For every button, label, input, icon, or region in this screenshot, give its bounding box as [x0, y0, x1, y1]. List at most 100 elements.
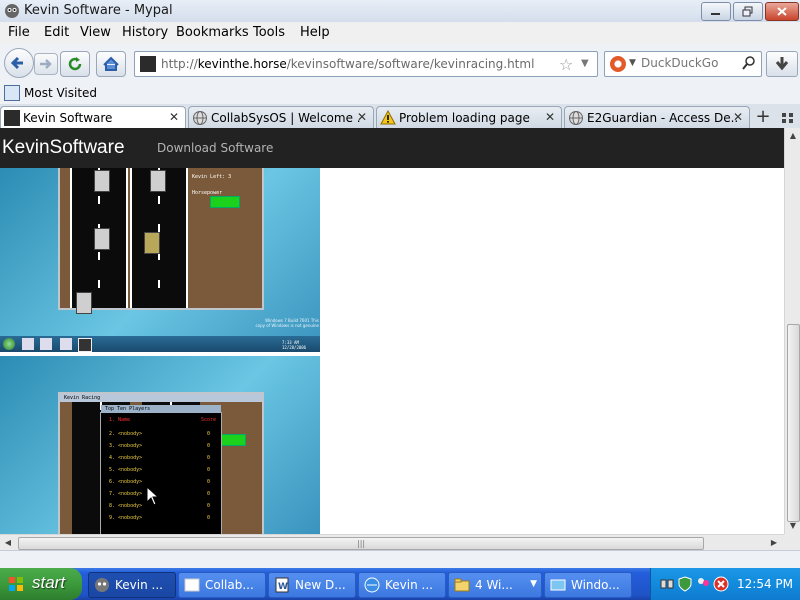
- scroll-down-icon[interactable]: ▼: [785, 518, 800, 534]
- menu-tools[interactable]: Tools: [253, 25, 285, 40]
- downloads-button[interactable]: [766, 51, 798, 77]
- menu-view[interactable]: View: [80, 25, 111, 40]
- new-tab-button[interactable]: +: [752, 108, 774, 128]
- vertical-scroll-thumb[interactable]: [787, 324, 800, 522]
- start-button[interactable]: start: [0, 568, 82, 600]
- most-visited-bookmark[interactable]: Most Visited: [24, 86, 97, 100]
- minimize-button[interactable]: [701, 2, 731, 21]
- globe-icon: [364, 577, 380, 593]
- error-icon[interactable]: [713, 576, 729, 592]
- address-bar[interactable]: http://kevinthe.horse/kevinsoftware/soft…: [134, 51, 598, 77]
- bookmark-star-icon[interactable]: ☆: [559, 55, 573, 74]
- duckduckgo-engine-icon[interactable]: [610, 56, 626, 72]
- tab-label: CollabSysOS | Welcome ...: [211, 111, 361, 125]
- tab-problem-loading[interactable]: Problem loading page ✕: [376, 106, 562, 129]
- back-button[interactable]: [4, 48, 34, 78]
- tab-close-icon[interactable]: ✕: [357, 110, 367, 124]
- mouse-cursor-icon: [146, 486, 160, 506]
- os-taskbar: start Kevin ... Collab... W New D... Kev…: [0, 568, 800, 600]
- score-value: 0: [207, 431, 211, 437]
- menu-help[interactable]: Help: [300, 25, 330, 40]
- score-row: 8. <nobody>: [109, 503, 143, 509]
- taskbar-item-kevin-ie[interactable]: Kevin ...: [358, 572, 446, 598]
- car: [94, 170, 110, 192]
- url-scheme: http://: [161, 57, 198, 71]
- bookmarks-toolbar: Most Visited: [0, 82, 800, 104]
- forward-arrow-icon: [40, 59, 52, 69]
- security-shield-icon[interactable]: [677, 576, 693, 592]
- scroll-up-icon[interactable]: ▲: [785, 128, 800, 144]
- menu-bar: File Edit View History Bookmarks Tools H…: [0, 22, 800, 44]
- url-path: /kevinsoftware/software/kevinracing.html: [286, 57, 535, 71]
- home-button[interactable]: [96, 51, 126, 77]
- window-titlebar[interactable]: Kevin Software - Mypal: [0, 0, 800, 23]
- menu-bookmarks[interactable]: Bookmarks: [176, 25, 249, 40]
- windows-flag-icon: [9, 577, 23, 591]
- tab-kevin-software[interactable]: Kevin Software ✕: [0, 106, 186, 130]
- address-url[interactable]: http://kevinthe.horse/kevinsoftware/soft…: [161, 57, 534, 71]
- tab-e2guardian[interactable]: E2Guardian - Access De... ✕: [564, 106, 750, 129]
- car: [94, 228, 110, 250]
- mypal-icon: [95, 578, 109, 592]
- windows-update-icon: [550, 579, 566, 591]
- url-history-dropdown-icon[interactable]: ▼: [581, 58, 589, 69]
- game-window-title: Kevin Racing: [64, 395, 101, 401]
- game-taskbar-icon: [78, 338, 92, 352]
- engine-dropdown-icon[interactable]: ▼: [629, 58, 636, 68]
- search-bar[interactable]: ▼: [604, 51, 762, 77]
- tab-close-icon[interactable]: ✕: [545, 110, 555, 124]
- kevin-favicon-icon: [4, 110, 20, 126]
- window-title: Kevin Software - Mypal: [24, 3, 173, 18]
- game-window: Kevin Racing Top Ten Players 1. Name Sco…: [58, 392, 264, 534]
- menu-file[interactable]: File: [8, 25, 30, 40]
- download-software-link[interactable]: Download Software: [157, 141, 273, 155]
- score-header-name: 1. Name: [109, 417, 131, 423]
- taskbar-item-windows[interactable]: Windo...: [544, 572, 632, 598]
- reload-button[interactable]: [60, 51, 90, 77]
- folder-icon: [40, 338, 52, 350]
- tab-close-icon[interactable]: ✕: [169, 110, 179, 124]
- taskbar-item-kevin-browser[interactable]: Kevin ...: [88, 572, 176, 598]
- taskbar-item-collab[interactable]: Collab...: [178, 572, 266, 598]
- scroll-right-icon[interactable]: ▶: [766, 535, 782, 551]
- taskbar-item-label: 4 Wi...: [475, 578, 513, 592]
- game-screenshot-2: Kevin Racing Top Ten Players 1. Name Sco…: [0, 356, 320, 534]
- tab-collabsysos[interactable]: CollabSysOS | Welcome ... ✕: [188, 106, 374, 129]
- status-bar: [0, 550, 800, 569]
- close-window-button[interactable]: [765, 2, 799, 21]
- top-ten-dialog: Top Ten Players 1. Name Score 2. <nobody…: [100, 405, 222, 534]
- win7-start-orb-icon: [3, 338, 15, 350]
- score-header-score: Score: [201, 417, 217, 423]
- vertical-scrollbar[interactable]: ▲ ▼: [784, 128, 800, 534]
- globe-icon: [569, 111, 583, 125]
- menu-history[interactable]: History: [122, 25, 168, 40]
- system-clock[interactable]: 12:54 PM: [737, 577, 793, 591]
- restore-icon: [742, 6, 753, 17]
- menu-edit[interactable]: Edit: [44, 25, 69, 40]
- score-value: 0: [207, 479, 211, 485]
- search-icon[interactable]: [741, 54, 757, 72]
- win7-clock: 7:33 AM 12/28/2006: [282, 340, 307, 350]
- windows-watermark: Windows 7 Build 7601 This copy of Window…: [255, 318, 319, 328]
- network-icon[interactable]: [659, 576, 675, 592]
- kevin-left-label: Kevin Left: 3: [192, 174, 232, 180]
- restore-button[interactable]: [733, 2, 763, 21]
- users-icon[interactable]: [695, 576, 711, 592]
- score-value: 0: [207, 503, 211, 509]
- navigation-toolbar: http://kevinthe.horse/kevinsoftware/soft…: [0, 44, 800, 82]
- tab-close-icon[interactable]: ✕: [733, 110, 743, 124]
- forward-button[interactable]: [34, 53, 58, 75]
- site-navbar: KevinSoftware Download Software: [0, 128, 784, 168]
- site-brand[interactable]: KevinSoftware: [2, 137, 125, 159]
- home-icon: [103, 56, 119, 71]
- score-row: 6. <nobody>: [109, 479, 143, 485]
- tab-strip: Kevin Software ✕ CollabSysOS | Welcome .…: [0, 104, 800, 130]
- horizontal-scroll-thumb[interactable]: |||: [18, 537, 704, 550]
- word-document-icon: W: [275, 577, 289, 593]
- list-all-tabs-icon[interactable]: [780, 110, 796, 126]
- horizontal-scrollbar[interactable]: ◀ ||| ▶: [0, 534, 784, 551]
- search-input[interactable]: [639, 55, 743, 71]
- taskbar-item-explorer-group[interactable]: 4 Wi... ▼: [448, 572, 542, 598]
- scroll-left-icon[interactable]: ◀: [0, 535, 16, 551]
- taskbar-item-new-document[interactable]: W New D...: [268, 572, 356, 598]
